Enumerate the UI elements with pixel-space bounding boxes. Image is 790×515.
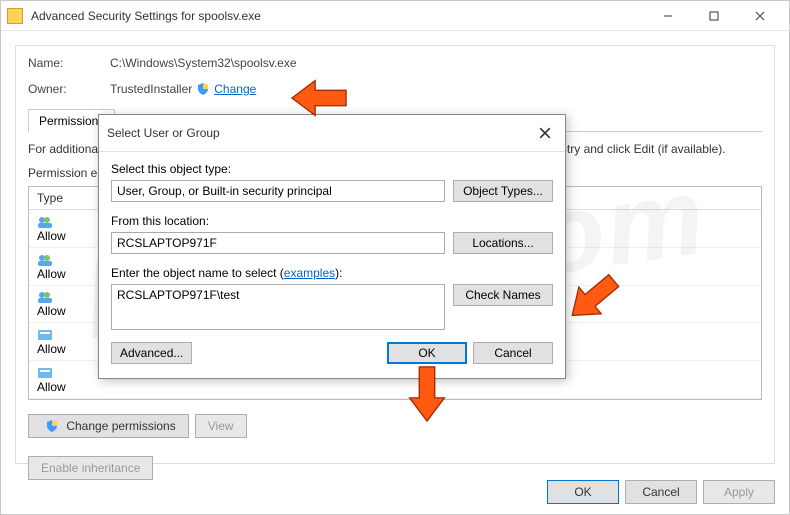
cell-type: Allow [37,304,66,318]
object-types-button[interactable]: Object Types... [453,180,553,202]
locations-button[interactable]: Locations... [453,232,553,254]
change-owner-link[interactable]: Change [214,82,256,96]
view-button: View [195,414,247,438]
change-permissions-button[interactable]: Change permissions [28,414,189,438]
ok-button[interactable]: OK [547,480,619,504]
maximize-button[interactable] [691,1,737,31]
cell-type: Allow [37,380,66,394]
folder-icon [7,8,23,24]
name-value: C:\Windows\System32\spoolsv.exe [110,56,297,70]
change-permissions-label: Change permissions [66,419,175,433]
group-icon [37,328,53,342]
dialog-close-button[interactable] [533,121,557,145]
apply-button: Apply [703,480,775,504]
dialog-cancel-button[interactable]: Cancel [473,342,553,364]
select-user-group-dialog: Select User or Group Select this object … [98,114,566,379]
users-icon [37,253,53,267]
object-type-input[interactable] [111,180,445,202]
owner-label: Owner: [28,82,110,96]
location-input[interactable] [111,232,445,254]
location-label: From this location: [111,214,209,228]
name-label: Name: [28,56,110,70]
enable-inheritance-button: Enable inheritance [28,456,153,480]
shield-icon [196,82,210,96]
advanced-button[interactable]: Advanced... [111,342,192,364]
cell-type: Allow [37,342,66,356]
object-name-input[interactable] [111,284,445,330]
close-button[interactable] [737,1,783,31]
titlebar: Advanced Security Settings for spoolsv.e… [1,1,789,31]
object-type-label: Select this object type: [111,162,231,176]
minimize-button[interactable] [645,1,691,31]
dialog-ok-button[interactable]: OK [387,342,467,364]
object-name-label-pre: Enter the object name to select ( [111,266,284,280]
check-names-button[interactable]: Check Names [453,284,553,306]
name-row: Name: C:\Windows\System32\spoolsv.exe [28,56,762,70]
dialog-titlebar: Select User or Group [99,115,565,152]
object-name-label-post: ): [335,266,342,280]
window-footer: OK Cancel Apply [547,480,775,504]
users-icon [37,290,53,304]
cell-type: Allow [37,267,66,281]
owner-value: TrustedInstaller [110,82,192,96]
shield-icon [45,419,59,433]
users-icon [37,215,53,229]
dialog-title: Select User or Group [107,126,533,140]
col-type: Type [29,187,89,209]
cell-type: Allow [37,229,66,243]
dialog-body: Select this object type: Object Types...… [99,152,565,378]
examples-link[interactable]: examples [284,266,335,280]
window-controls [645,1,783,31]
group-icon [37,366,53,380]
permission-actions: Change permissions View [28,414,762,438]
cancel-button[interactable]: Cancel [625,480,697,504]
owner-row: Owner: TrustedInstaller Change [28,82,762,96]
window-title: Advanced Security Settings for spoolsv.e… [31,9,645,23]
